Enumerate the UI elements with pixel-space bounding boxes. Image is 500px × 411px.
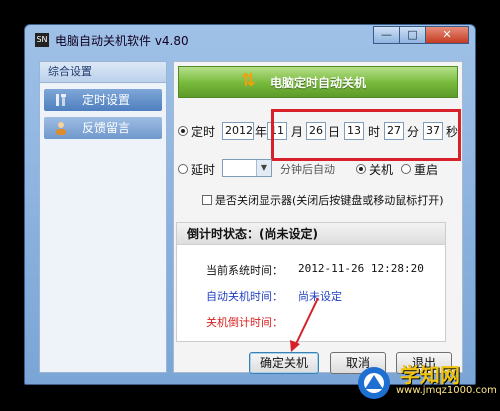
watermark-url: www.jmqz1000.com	[396, 385, 497, 396]
annotation-arrow	[290, 297, 319, 352]
watermark: 学知网 www.jmqz1000.com	[356, 359, 497, 407]
watermark-text: 学知网	[400, 363, 460, 387]
watermark-logo-icon	[358, 367, 390, 399]
